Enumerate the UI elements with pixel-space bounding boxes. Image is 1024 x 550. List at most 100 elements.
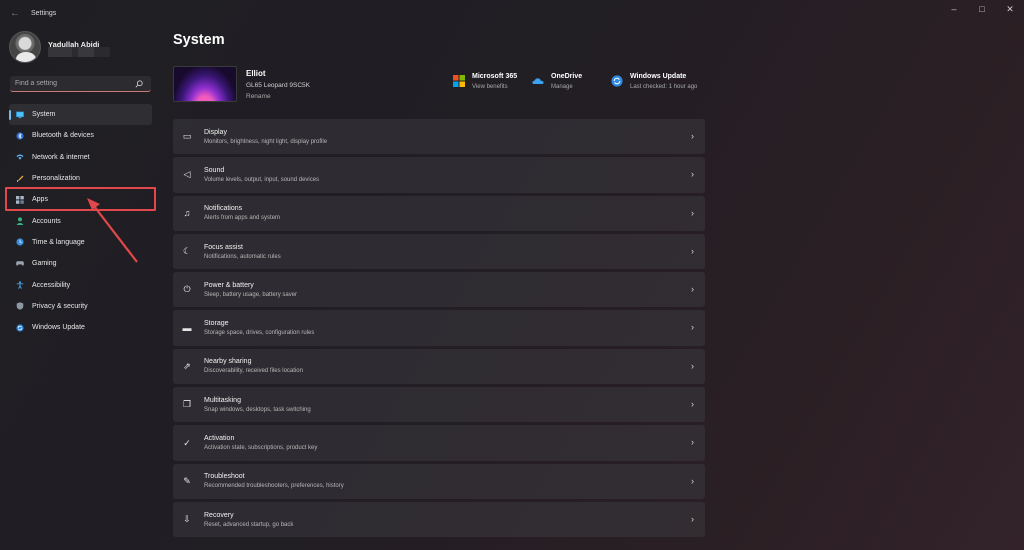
row-subtitle: Reset, advanced startup, go back — [204, 521, 294, 528]
row-title: Storage — [204, 320, 229, 328]
service-subtitle: Last checked: 1 hour ago — [630, 84, 698, 90]
annotation-highlight-box — [5, 187, 156, 211]
bell-icon: ♫ — [183, 208, 191, 219]
sidebar-item-privacy-security[interactable]: Privacy & security — [9, 296, 152, 317]
accessibility-icon — [16, 281, 24, 289]
row-title: Recovery — [204, 511, 234, 519]
row-title: Display — [204, 128, 227, 136]
row-subtitle: Alerts from apps and system — [204, 215, 281, 222]
device-name: Elliot — [246, 69, 266, 78]
chevron-right-icon: › — [691, 169, 694, 180]
sidebar: Yadullah Abidi System Bluetooth & device… — [0, 26, 160, 550]
settings-row-sound[interactable]: ◁ Sound Volume levels, output, input, sou… — [173, 157, 705, 193]
settings-row-multitasking[interactable]: ❐ Multitasking Snap windows, desktops, ta… — [173, 387, 705, 423]
back-arrow-icon[interactable]: ← — [8, 6, 22, 20]
sidebar-item-label: System — [32, 111, 56, 119]
service-subtitle: Manage — [551, 84, 573, 90]
settings-row-display[interactable]: ▭ Display Monitors, brightness, night lig… — [173, 119, 705, 155]
search-icon[interactable] — [135, 79, 143, 88]
row-title: Focus assist — [204, 243, 243, 251]
sidebar-item-personalization[interactable]: Personalization — [9, 168, 152, 189]
search-box[interactable] — [10, 76, 151, 92]
wrench-icon: ✎ — [183, 475, 191, 486]
row-title: Activation — [204, 435, 235, 443]
minimize-button[interactable]: – — [940, 0, 968, 18]
search-input[interactable] — [15, 80, 133, 87]
row-title: Power & battery — [204, 281, 254, 289]
app-title: Settings — [31, 9, 57, 17]
chevron-right-icon: › — [691, 437, 694, 448]
sidebar-item-system[interactable]: System — [9, 104, 152, 126]
brush-icon — [16, 175, 24, 183]
settings-row-nearby-sharing[interactable]: ⇗ Nearby sharing Discoverability, receive… — [173, 348, 705, 385]
chevron-right-icon: › — [691, 475, 694, 486]
settings-row-notifications[interactable]: ♫ Notifications Alerts from apps and syst… — [173, 195, 705, 231]
service-title: Microsoft 365 — [472, 73, 518, 80]
service-microsoft-365[interactable]: Microsoft 365 View benefits — [453, 73, 517, 90]
sidebar-item-time-language[interactable]: Time & language — [9, 232, 152, 253]
window-controls: – □ ✕ — [940, 0, 1024, 18]
share-icon: ⇗ — [183, 360, 191, 371]
settings-row-storage[interactable]: ▬ Storage Storage space, drives, configur… — [173, 310, 705, 346]
service-subtitle: View benefits — [472, 84, 508, 90]
settings-row-troubleshoot[interactable]: ✎ Troubleshoot Recommended troubleshooter… — [173, 463, 705, 499]
chevron-right-icon: › — [691, 245, 694, 256]
chevron-right-icon: › — [691, 131, 694, 141]
sidebar-item-accessibility[interactable]: Accessibility — [9, 274, 152, 295]
sidebar-item-label: Gaming — [32, 260, 57, 268]
sidebar-item-bluetooth[interactable]: Bluetooth & devices — [9, 125, 152, 146]
sidebar-item-label: Time & language — [32, 238, 85, 246]
close-button[interactable]: ✕ — [996, 0, 1024, 18]
settings-list: ▭ Display Monitors, brightness, night lig… — [173, 119, 705, 540]
power-icon: ⏻ — [183, 284, 191, 295]
onedrive-icon — [532, 78, 544, 84]
row-subtitle: Volume levels, output, input, sound devi… — [204, 176, 320, 183]
row-subtitle: Discoverability, received files location — [204, 368, 303, 375]
chevron-right-icon: › — [691, 322, 694, 333]
title-bar: ← Settings – □ ✕ — [0, 0, 1024, 26]
page-title: System — [173, 32, 225, 48]
update-icon — [16, 324, 24, 332]
sidebar-item-label: Accounts — [32, 217, 61, 225]
settings-row-activation[interactable]: ✓ Activation Activation state, subscripti… — [173, 425, 705, 461]
sidebar-item-accounts[interactable]: Accounts — [9, 210, 152, 231]
row-subtitle: Snap windows, desktops, task switching — [204, 406, 311, 413]
chevron-right-icon: › — [691, 284, 694, 295]
row-title: Multitasking — [204, 396, 241, 404]
display-icon — [16, 111, 24, 119]
settings-row-recovery[interactable]: ⇩ Recovery Reset, advanced startup, go ba… — [173, 501, 705, 538]
service-onedrive[interactable]: OneDrive Manage — [532, 73, 582, 90]
nav-list: System Bluetooth & devices Network & int… — [9, 104, 152, 338]
sidebar-item-windows-update[interactable]: Windows Update — [9, 317, 152, 338]
shield-icon — [16, 302, 24, 311]
sidebar-item-label: Accessibility — [32, 281, 71, 289]
chevron-right-icon: › — [691, 399, 694, 410]
device-model: GL65 Leopard 9SC5K — [246, 82, 310, 89]
row-title: Troubleshoot — [204, 473, 245, 481]
device-card: Elliot GL65 Leopard 9SC5K Rename Microso… — [173, 66, 708, 102]
row-subtitle: Monitors, brightness, night light, displ… — [204, 138, 328, 145]
row-title: Notifications — [204, 205, 243, 213]
chevron-right-icon: › — [691, 207, 694, 218]
sidebar-item-network[interactable]: Network & internet — [9, 147, 152, 168]
chevron-right-icon: › — [691, 513, 694, 524]
check-circle-icon: ✓ — [183, 437, 191, 448]
bluetooth-icon — [16, 132, 24, 140]
sidebar-item-label: Personalization — [32, 175, 80, 183]
settings-row-power-battery[interactable]: ⏻ Power & battery Sleep, battery usage, b… — [173, 272, 705, 308]
monitor-icon: ▭ — [182, 131, 192, 142]
row-subtitle: Notifications, automatic rules — [204, 253, 281, 260]
settings-row-focus-assist[interactable]: ☾ Focus assist Notifications, automatic r… — [173, 233, 705, 270]
maximize-button[interactable]: □ — [968, 0, 996, 18]
service-windows-update[interactable]: Windows Update Last checked: 1 hour ago — [611, 73, 697, 90]
sidebar-item-label: Bluetooth & devices — [32, 132, 94, 140]
person-icon — [16, 217, 24, 226]
row-title: Nearby sharing — [204, 358, 252, 366]
moon-icon: ☾ — [182, 246, 192, 257]
rename-link[interactable]: Rename — [246, 93, 271, 100]
service-title: Windows Update — [630, 73, 687, 80]
sidebar-item-label: Network & internet — [32, 153, 90, 161]
gamepad-icon — [16, 260, 24, 268]
sidebar-item-gaming[interactable]: Gaming — [9, 253, 152, 274]
speaker-icon: ◁ — [183, 169, 191, 180]
